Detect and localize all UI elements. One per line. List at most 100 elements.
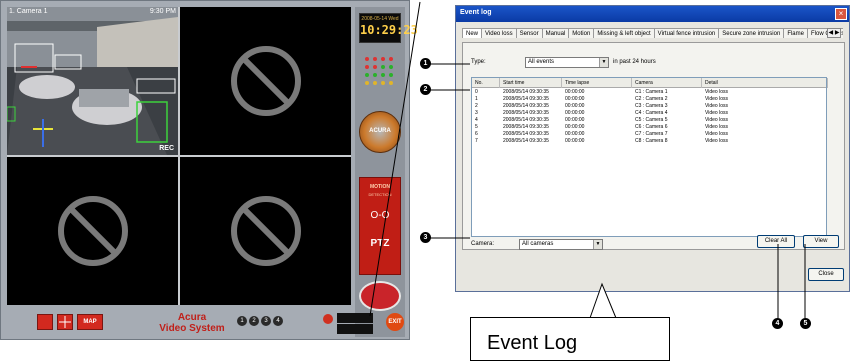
row-camera: C8 : Camera 8 xyxy=(635,138,668,144)
close-icon[interactable]: × xyxy=(835,8,847,20)
quad-view-button[interactable] xyxy=(57,314,73,330)
event-log-dialog: Event log × New Video loss Sensor Manual Mot… xyxy=(455,5,850,292)
single-view-button[interactable] xyxy=(37,314,53,330)
view-button[interactable]: View xyxy=(803,235,839,248)
annotation-marker-5: 5 xyxy=(800,318,811,329)
row-start-time: 2008/05/14 09:30:35 xyxy=(503,117,549,123)
row-time-lapse: 00:00:00 xyxy=(565,110,585,116)
column-header-detail[interactable]: Detail xyxy=(702,78,828,88)
column-header-start-time[interactable]: Start time xyxy=(500,78,562,88)
row-camera: C2 : Camera 2 xyxy=(635,96,668,102)
motion-detection-panel[interactable]: MOTION DETECTION O-O PTZ xyxy=(359,177,401,275)
row-start-time: 2008/05/14 09:30:35 xyxy=(503,138,549,144)
tab-video-loss[interactable]: Video loss xyxy=(481,28,517,38)
clock-time: 10:29:23 xyxy=(360,23,418,37)
list-header: No. Start time Time lapse Camera Detail xyxy=(472,78,828,88)
close-button[interactable]: Close xyxy=(808,268,844,281)
table-row[interactable]: 5 2008/05/14 09:30:35 00:00:00 C6 : Camera … xyxy=(472,124,826,131)
panel-title: MOTION xyxy=(370,184,390,190)
row-time-lapse: 00:00:00 xyxy=(565,138,585,144)
tab-scroll-arrows[interactable]: ◀ ▶ xyxy=(827,28,841,38)
tab-secure-zone[interactable]: Secure zone intrusion xyxy=(718,28,785,38)
event-list[interactable]: No. Start time Time lapse Camera Detail … xyxy=(471,77,828,237)
column-header-time-lapse[interactable]: Time lapse xyxy=(562,78,632,88)
playback-button[interactable] xyxy=(337,324,373,334)
record-icon[interactable] xyxy=(323,314,333,324)
camera-grid: 1. Camera 1 9:30 PM REC xyxy=(7,7,351,305)
row-no: 1 xyxy=(475,96,478,102)
key-icon: O-O xyxy=(370,210,390,221)
rec-indicator: REC xyxy=(159,145,174,152)
brand-line-1: Acura xyxy=(177,312,207,323)
table-row[interactable]: 6 2008/05/14 09:30:35 00:00:00 C7 : Camera … xyxy=(472,131,826,138)
event-type-tabs: New Video loss Sensor Manual Motion Missing &… xyxy=(462,28,843,42)
row-time-lapse: 00:00:00 xyxy=(565,117,585,123)
table-row[interactable]: 1 2008/05/14 09:30:35 00:00:00 C2 : Camera … xyxy=(472,96,826,103)
badge-text: ACURA xyxy=(369,128,391,134)
camera-select[interactable]: All cameras ▼ xyxy=(519,239,603,250)
chevron-down-icon: ▼ xyxy=(599,58,608,67)
tab-missing-left-object[interactable]: Missing & left object xyxy=(593,28,655,38)
row-time-lapse: 00:00:00 xyxy=(565,124,585,130)
row-start-time: 2008/05/14 09:30:35 xyxy=(503,124,549,130)
row-camera: C4 : Camera 4 xyxy=(635,110,668,116)
tab-new[interactable]: New xyxy=(462,28,483,38)
camera-view-2[interactable] xyxy=(180,7,351,155)
page-button-3[interactable]: 3 xyxy=(261,316,271,326)
table-row[interactable]: 3 2008/05/14 09:30:35 00:00:00 C4 : Camera … xyxy=(472,110,826,117)
grid-icon xyxy=(59,316,71,328)
annotation-marker-3: 3 xyxy=(420,232,431,243)
tab-manual[interactable]: Manual xyxy=(541,28,570,38)
camera-view-1[interactable]: 1. Camera 1 9:30 PM REC xyxy=(7,7,178,155)
row-no: 6 xyxy=(475,131,478,137)
exit-button[interactable]: EXIT xyxy=(386,313,404,331)
row-detail: Video loss xyxy=(705,138,728,144)
annotation-marker-2: 2 xyxy=(420,84,431,95)
column-header-camera[interactable]: Camera xyxy=(632,78,702,88)
row-start-time: 2008/05/14 09:30:35 xyxy=(503,96,549,102)
parking-lot-scene xyxy=(7,7,178,155)
column-header-no[interactable]: No. xyxy=(472,78,500,88)
tab-sensor[interactable]: Sensor xyxy=(515,28,543,38)
page-button-2[interactable]: 2 xyxy=(249,316,259,326)
bottom-toolbar: MAP Acura Video System 1 2 3 4 xyxy=(7,309,351,337)
table-row[interactable]: 2 2008/05/14 09:30:35 00:00:00 C3 : Camera … xyxy=(472,103,826,110)
period-label: in past 24 hours xyxy=(613,59,656,65)
car-logo-icon[interactable] xyxy=(359,281,401,311)
map-button[interactable]: MAP xyxy=(77,314,103,330)
camera-time: 9:30 PM xyxy=(149,8,176,15)
acura-logo-badge: ACURA xyxy=(359,111,401,153)
dialog-title: Event log xyxy=(460,9,492,16)
ptz-button[interactable]: PTZ xyxy=(360,238,400,249)
clock-date: 2008-05-14 Wed xyxy=(361,16,399,22)
event-log-button[interactable] xyxy=(337,313,373,323)
type-select[interactable]: All events ▼ xyxy=(525,57,609,68)
tab-flame[interactable]: Flame xyxy=(783,28,808,38)
tab-motion[interactable]: Motion xyxy=(568,28,595,38)
annotation-marker-1: 1 xyxy=(420,58,431,69)
control-sidebar: 2008-05-14 Wed 10:29:23 ACURA MOTION DET… xyxy=(355,7,418,337)
row-detail: Video loss xyxy=(705,89,728,95)
row-detail: Video loss xyxy=(705,103,728,109)
camera-view-4[interactable] xyxy=(180,157,351,305)
clear-all-button[interactable]: Clear All xyxy=(757,235,795,248)
table-row[interactable]: 7 2008/05/14 09:30:35 00:00:00 C8 : Camera … xyxy=(472,138,826,145)
tab-virtual-fence[interactable]: Virtual fence intrusion xyxy=(653,28,720,38)
row-no: 5 xyxy=(475,124,478,130)
row-detail: Video loss xyxy=(705,124,728,130)
page-button-4[interactable]: 4 xyxy=(273,316,283,326)
brand-title: Acura Video System xyxy=(147,312,237,334)
chevron-down-icon: ▼ xyxy=(593,240,602,249)
table-row[interactable]: 4 2008/05/14 09:30:35 00:00:00 C5 : Camera … xyxy=(472,117,826,124)
page-button-1[interactable]: 1 xyxy=(237,316,247,326)
row-time-lapse: 00:00:00 xyxy=(565,103,585,109)
tab-content: Type: All events ▼ in past 24 hours No. … xyxy=(462,42,845,250)
row-no: 3 xyxy=(475,110,478,116)
camera-view-3[interactable] xyxy=(7,157,178,305)
dialog-titlebar[interactable]: Event log × xyxy=(456,6,849,22)
brand-line-2: Video System xyxy=(159,323,225,334)
row-detail: Video loss xyxy=(705,131,728,137)
table-row[interactable]: 0 2008/05/14 09:30:35 00:00:00 C1 : Camera … xyxy=(472,89,826,96)
row-detail: Video loss xyxy=(705,96,728,102)
row-camera: C5 : Camera 5 xyxy=(635,117,668,123)
